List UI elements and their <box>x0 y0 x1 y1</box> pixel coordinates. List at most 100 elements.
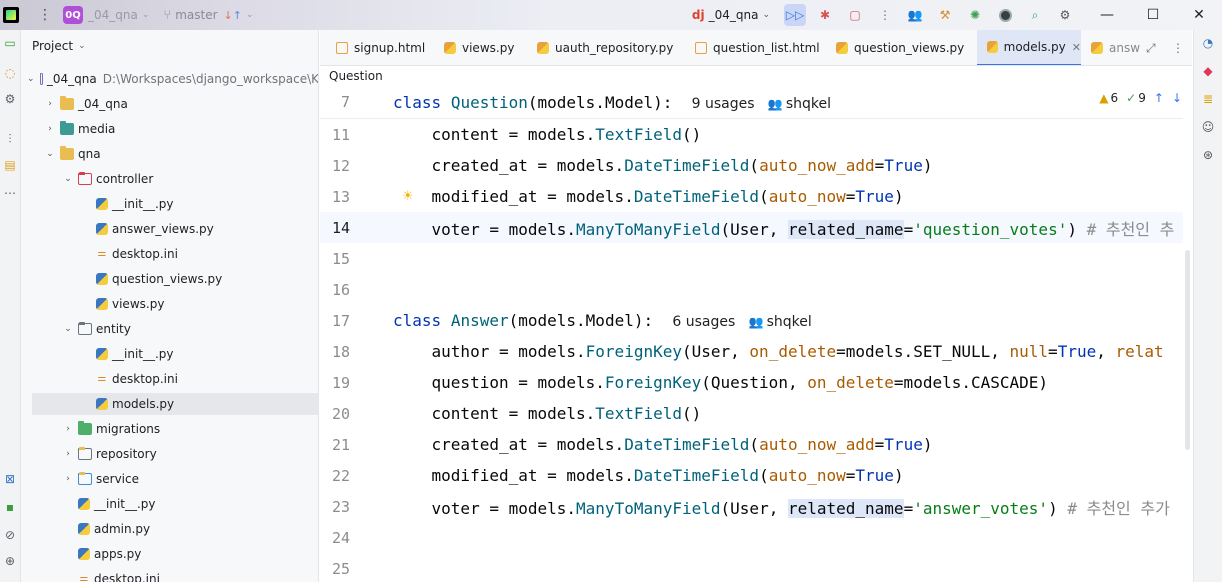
chevron-right-icon[interactable]: › <box>63 474 73 484</box>
code-with-me-icon[interactable]: 👥 <box>904 4 926 26</box>
chevron-down-icon[interactable]: ⌄ <box>27 74 35 84</box>
commit-icon[interactable]: ◌ <box>2 66 18 80</box>
plugin-marketplace-icon[interactable]: ◆ <box>1201 64 1215 78</box>
tree-item-repository[interactable]: › repository <box>21 443 318 465</box>
chevron-down-icon[interactable]: ⌄ <box>45 149 55 159</box>
tab-views-py[interactable]: views.py <box>434 30 515 65</box>
tree-item-views[interactable]: views.py <box>21 293 318 315</box>
branch-icon: ⑂ <box>163 7 172 23</box>
tab-uauth-repository[interactable]: uauth_repository.py <box>527 30 673 65</box>
bookmarks-icon[interactable]: ▤ <box>2 158 18 172</box>
tree-item-qna-desktop-ini[interactable]: ⚌ desktop.ini <box>21 568 318 582</box>
tree-item-entity-init[interactable]: __init__.py <box>21 343 318 365</box>
inspection-widget[interactable]: ▲ 6 ✓ 9 ↑ ↓ <box>1099 91 1182 105</box>
scrollbar-thumb[interactable] <box>1185 250 1190 450</box>
chevron-right-icon[interactable]: › <box>45 124 55 134</box>
usages-hint[interactable]: 6 usages 👥 shqkel <box>672 314 811 330</box>
database-icon[interactable]: ≣ <box>1201 92 1215 106</box>
run-configuration-selector[interactable]: dj _04_qna ⌄ <box>692 8 770 22</box>
tree-item-question-views[interactable]: question_views.py <box>21 268 318 290</box>
tree-item-controller-init[interactable]: __init__.py <box>21 193 318 215</box>
search-icon[interactable]: ⌕ <box>1024 4 1046 26</box>
ai-assistant-icon[interactable]: ✺ <box>964 4 986 26</box>
run-button[interactable]: ▷▷ <box>784 4 806 26</box>
tree-item-label: apps.py <box>94 547 142 561</box>
line-number: 17 <box>331 311 350 330</box>
arrow-up-icon[interactable]: ↑ <box>1154 91 1164 105</box>
tab-question-views[interactable]: question_views.py <box>826 30 964 65</box>
tree-item-apps[interactable]: apps.py <box>21 543 318 565</box>
project-switcher[interactable]: _04_qna <box>88 8 138 22</box>
tree-item-admin[interactable]: admin.py <box>21 518 318 540</box>
services-icon[interactable]: ⊘ <box>2 528 18 542</box>
tree-item-controller[interactable]: ⌄ controller <box>21 168 318 190</box>
tab-signup-html[interactable]: signup.html <box>326 30 425 65</box>
main-menu-icon[interactable]: ⋮ <box>38 8 52 22</box>
chevron-down-icon[interactable]: ⌄ <box>63 324 73 334</box>
chevron-right-icon[interactable]: › <box>63 449 73 459</box>
maximize-button[interactable]: ☐ <box>1130 0 1176 30</box>
project-badge[interactable]: 0Q <box>63 6 83 24</box>
tree-item-04-qna[interactable]: › _04_qna <box>21 93 318 115</box>
tree-item-label: controller <box>96 172 154 186</box>
tree-item-entity[interactable]: ⌄ entity <box>21 318 318 340</box>
terminal-icon[interactable]: ▪ <box>2 500 18 514</box>
more-tabs-icon[interactable]: ⋮ <box>1172 30 1184 65</box>
notifications-icon[interactable]: ◔ <box>1201 36 1215 50</box>
chevron-down-icon[interactable]: ⌄ <box>142 10 150 20</box>
tab-label: views.py <box>462 41 515 55</box>
chevron-right-icon[interactable]: › <box>45 99 55 109</box>
tab-answer-truncated[interactable]: answ <box>1081 30 1140 65</box>
tree-item-label: admin.py <box>94 522 151 536</box>
stop-icon[interactable]: ▢ <box>844 4 866 26</box>
code-text: voter = models.ManyToManyField(User, rel… <box>393 219 1175 239</box>
tree-item-qna[interactable]: ⌄ qna <box>21 143 318 165</box>
python-file-icon <box>1091 42 1103 54</box>
arrow-down-icon[interactable]: ↓ <box>1172 91 1182 105</box>
tree-item-answer-views[interactable]: answer_views.py <box>21 218 318 240</box>
chevron-down-icon[interactable]: ⌄ <box>246 10 254 20</box>
incoming-outgoing-icon[interactable]: ↓↑ <box>224 9 242 22</box>
excel-icon[interactable]: ⊠ <box>2 472 18 486</box>
code-text: class Answer(models.Model): 6 usages 👥 sh… <box>393 311 812 330</box>
pull-requests-icon[interactable]: ⚙ <box>2 92 18 106</box>
close-window-button[interactable]: ✕ <box>1176 0 1222 30</box>
branch-switcher[interactable]: master <box>175 8 217 22</box>
tree-item-qna-init[interactable]: __init__.py <box>21 493 318 515</box>
structure-icon[interactable]: ⫶ <box>2 132 18 146</box>
tab-models-py[interactable]: models.py ✕ <box>977 30 1081 65</box>
usages-hint[interactable]: 9 usages 👥 shqkel <box>692 96 831 112</box>
tree-item-label: service <box>96 472 139 486</box>
project-panel-header[interactable]: Project ⌄ <box>21 30 318 62</box>
tab-label: question_list.html <box>713 41 820 55</box>
project-tool-icon[interactable]: ▭ <box>2 36 18 50</box>
minimize-button[interactable]: — <box>1084 0 1130 30</box>
tree-item-entity-desktop-ini[interactable]: ⚌ desktop.ini <box>21 368 318 390</box>
code-editor[interactable]: 7 class Question(models.Model): 9 usages… <box>320 86 1192 582</box>
chevron-down-icon[interactable]: ⌄ <box>63 174 73 184</box>
line-number: 12 <box>331 156 350 175</box>
debug-icon[interactable]: ✱ <box>814 4 836 26</box>
more-tools-icon[interactable]: ⋯ <box>2 186 18 200</box>
tree-item-controller-desktop-ini[interactable]: ⚌ desktop.ini <box>21 243 318 265</box>
chevron-right-icon[interactable]: › <box>63 424 73 434</box>
problems-icon[interactable]: ⊕ <box>2 554 18 568</box>
expand-icon[interactable]: ⤢ <box>1146 30 1156 65</box>
tree-item-migrations[interactable]: › migrations <box>21 418 318 440</box>
tree-item-models-selected[interactable]: models.py <box>32 393 318 415</box>
code-line-sticky: 7 class Question(models.Model): 9 usages… <box>320 86 1192 119</box>
learn-icon[interactable]: ⊛ <box>1201 148 1215 162</box>
tab-question-list-html[interactable]: question_list.html <box>685 30 820 65</box>
settings-icon[interactable]: ⚙ <box>1054 4 1076 26</box>
plugin-icon[interactable] <box>994 4 1016 26</box>
more-icon[interactable]: ⋮ <box>874 4 896 26</box>
chevron-down-icon: ⌄ <box>762 10 770 20</box>
tree-root[interactable]: ⌄ _04_qna D:\Workspaces\django_workspace… <box>21 68 318 90</box>
build-icon[interactable]: ⚒ <box>934 4 956 26</box>
assistant-icon[interactable]: ☺ <box>1201 120 1215 134</box>
tree-item-service[interactable]: › service <box>21 468 318 490</box>
tree-item-media[interactable]: › media <box>21 118 318 140</box>
breadcrumb[interactable]: Question <box>320 67 1192 86</box>
close-icon[interactable]: ✕ <box>1072 41 1081 54</box>
line-number: 11 <box>331 125 350 144</box>
